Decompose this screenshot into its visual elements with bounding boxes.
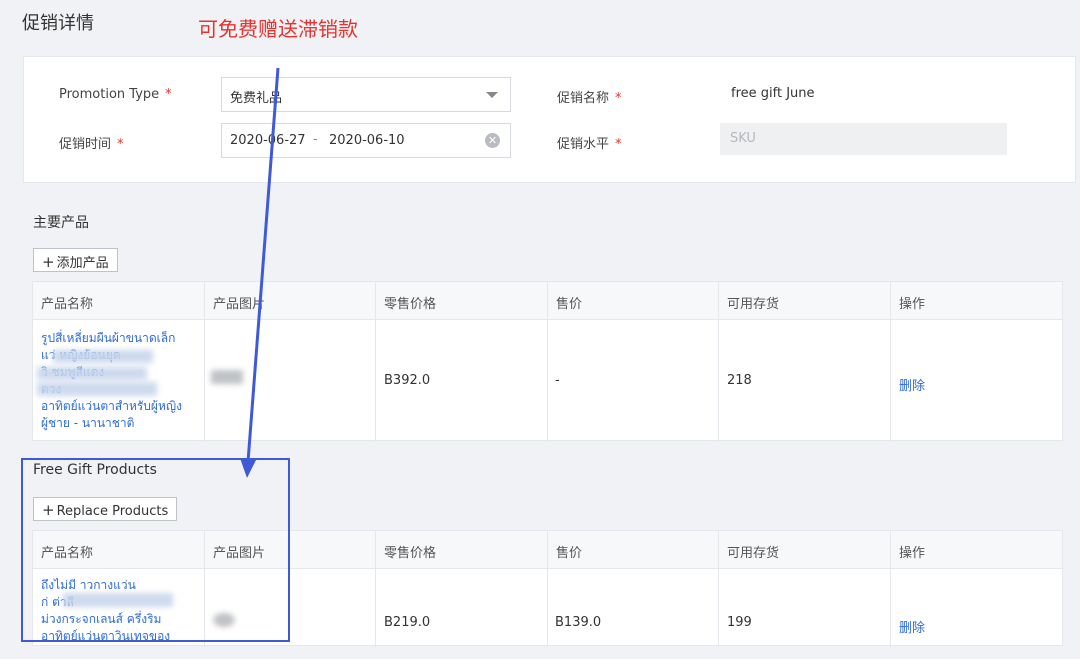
column-header: 零售价格 xyxy=(384,297,437,312)
promotion-time-label: 促销时间 * xyxy=(59,137,124,152)
date-separator: - xyxy=(313,132,318,147)
retail-price: B392.0 xyxy=(384,373,431,388)
column-header: 可用存货 xyxy=(727,297,780,312)
sale-price: - xyxy=(555,373,560,388)
promotion-level-label: 促销水平 * xyxy=(557,137,622,152)
column-header: 可用存货 xyxy=(727,546,780,561)
add-product-button[interactable]: + 添加产品 xyxy=(33,248,118,272)
product-name-link[interactable]: รูปสี่เหลี่ยมผืนผ้าขนาดเล็ก แว่ หญิงย้อน… xyxy=(41,330,201,432)
annotation-text: 可免费赠送滞销款 xyxy=(198,17,358,41)
retail-price: B219.0 xyxy=(384,615,431,630)
sale-price: B139.0 xyxy=(555,615,602,630)
delete-link[interactable]: 删除 xyxy=(899,375,925,394)
required-mark: * xyxy=(117,137,124,152)
promotion-name-label: 促销名称 * xyxy=(557,91,622,106)
product-image xyxy=(211,370,243,384)
promotion-name-value: free gift June xyxy=(731,86,815,101)
required-mark: * xyxy=(165,87,172,102)
date-start-value[interactable]: 2020-06-27 xyxy=(230,133,306,148)
highlight-box xyxy=(21,458,290,642)
clear-icon[interactable]: ✕ xyxy=(485,133,500,148)
page-title: 促销详情 xyxy=(22,13,94,34)
available-stock: 199 xyxy=(727,615,752,630)
column-header: 零售价格 xyxy=(384,546,437,561)
promotion-type-select[interactable]: 免费礼品 xyxy=(221,77,511,112)
chevron-down-icon xyxy=(486,92,498,98)
main-products-title: 主要产品 xyxy=(33,215,89,231)
promotion-level-input: SKU xyxy=(720,123,1007,155)
column-header: 售价 xyxy=(556,546,583,561)
plus-icon: + xyxy=(42,253,55,271)
column-header: 产品名称 xyxy=(41,297,94,312)
required-mark: * xyxy=(615,91,622,106)
column-header: 操作 xyxy=(899,297,926,312)
required-mark: * xyxy=(615,137,622,152)
column-header: 产品图片 xyxy=(213,297,266,312)
promotion-type-label: Promotion Type * xyxy=(59,87,172,102)
column-header: 操作 xyxy=(899,546,926,561)
promotion-date-range[interactable]: 2020-06-27 - 2020-06-10 ✕ xyxy=(221,123,511,158)
main-products-table: 产品名称 产品图片 零售价格 售价 可用存货 操作 รูปสี่เหลี่ยมผ… xyxy=(32,281,1063,442)
column-header: 售价 xyxy=(556,297,583,312)
delete-link[interactable]: 删除 xyxy=(899,617,925,636)
available-stock: 218 xyxy=(727,373,752,388)
date-end-value[interactable]: 2020-06-10 xyxy=(329,133,405,148)
promotion-form-panel: Promotion Type * 免费礼品 促销时间 * 2020-06-27 - … xyxy=(23,56,1076,183)
